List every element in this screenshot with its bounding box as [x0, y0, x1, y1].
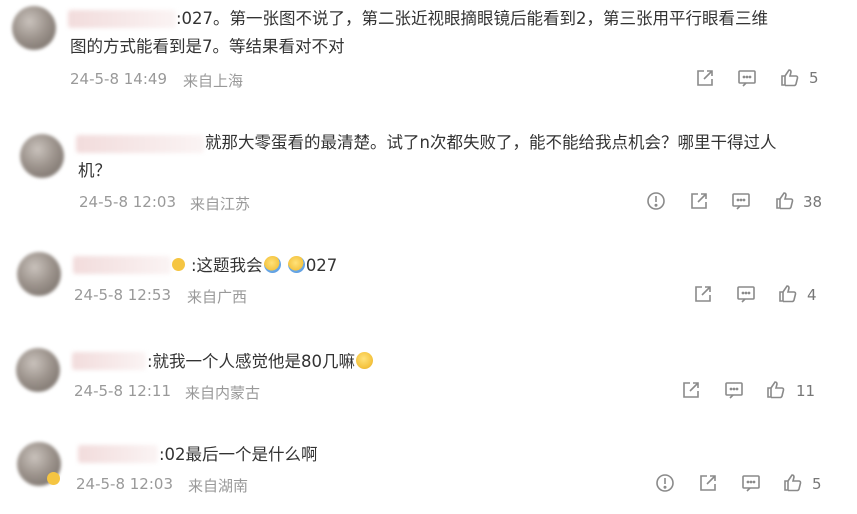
comment-date: 24-5-8 12:11 — [74, 382, 171, 400]
share-icon — [697, 70, 713, 86]
comment-item: :这题我会 027 24-5-8 12:53 来自广西 4 — [0, 230, 857, 330]
report-icon — [656, 474, 674, 492]
comment-icon — [738, 70, 756, 87]
username[interactable] — [73, 256, 171, 274]
comment-icon — [737, 286, 755, 303]
comment-icon — [742, 475, 760, 492]
comment-location: 来自上海 — [183, 72, 244, 90]
avatar[interactable] — [12, 6, 56, 50]
username[interactable] — [68, 10, 176, 28]
comment-location: 来自内蒙古 — [185, 384, 261, 402]
report-icon — [647, 192, 665, 210]
comment-date: 24-5-8 12:03 — [79, 193, 176, 211]
share-icon — [700, 475, 716, 491]
comment-text: :就我一个人感觉他是80几嘛 — [147, 349, 374, 374]
avatar[interactable] — [17, 252, 61, 296]
emoji-icon — [263, 256, 281, 273]
thumbs-up-icon — [784, 474, 802, 492]
comment-text-part: 027 — [305, 256, 338, 275]
comment-date: 24-5-8 12:53 — [74, 286, 171, 304]
username[interactable] — [76, 135, 204, 153]
like-count: 5 — [812, 475, 822, 493]
comment-text-continued: 机？ — [78, 161, 111, 180]
comment-date: 24-5-8 12:03 — [76, 475, 173, 493]
comment-location: 来自广西 — [187, 288, 248, 306]
thumbs-up-icon — [779, 285, 797, 303]
like-button[interactable] — [782, 471, 804, 493]
comment-location: 来自湖南 — [188, 477, 249, 495]
thumbs-up-icon — [776, 192, 794, 210]
share-icon — [683, 382, 699, 398]
thumbs-up-icon — [767, 381, 785, 399]
comment-text: 就那大零蛋看的最清楚。试了n次都失败了，能不能给我点机会？哪里干得过人 — [205, 133, 777, 152]
share-button[interactable] — [688, 190, 710, 212]
comment-icon — [732, 193, 750, 210]
comment-button[interactable] — [730, 190, 752, 212]
username[interactable] — [72, 352, 146, 370]
username[interactable] — [78, 445, 158, 463]
like-count: 4 — [807, 286, 817, 304]
share-icon — [695, 286, 711, 302]
comment-icon — [725, 382, 743, 399]
comment-item: 就那大零蛋看的最清楚。试了n次都失败了，能不能给我点机会？哪里干得过人 机？ 2… — [0, 100, 857, 230]
comment-date: 24-5-8 14:49 — [70, 70, 167, 88]
share-button[interactable] — [680, 379, 702, 401]
comment-text: :02最后一个是什么啊 — [159, 445, 318, 464]
comment-button[interactable] — [735, 283, 757, 305]
comment-location: 来自江苏 — [190, 195, 251, 213]
comment-button[interactable] — [723, 379, 745, 401]
comment-text-continued: 图的方式能看到是7。等结果看对不对 — [70, 37, 345, 56]
laughing-emoji-icon — [356, 352, 374, 369]
avatar[interactable] — [20, 134, 64, 178]
comment-item: :02最后一个是什么啊 24-5-8 12:03 来自湖南 5 — [0, 430, 857, 514]
share-button[interactable] — [697, 472, 719, 494]
comment-text: :027。第一张图不说了，第二张近视眼摘眼镜后能看到2，第三张用平行眼看三维 — [176, 9, 769, 28]
report-button[interactable] — [645, 190, 667, 212]
like-button[interactable] — [765, 378, 787, 400]
emoji-icon — [287, 256, 305, 273]
like-count: 38 — [803, 193, 823, 211]
comment-text: :这题我会 027 — [191, 253, 337, 278]
like-button[interactable] — [774, 189, 796, 211]
member-badge-icon — [172, 258, 185, 271]
like-button[interactable] — [779, 66, 801, 88]
share-icon — [691, 193, 707, 209]
comment-item: :就我一个人感觉他是80几嘛 24-5-8 12:11 来自内蒙古 11 — [0, 330, 857, 430]
member-badge-icon — [47, 472, 60, 485]
like-count: 11 — [796, 382, 816, 400]
thumbs-up-icon — [781, 69, 799, 87]
share-button[interactable] — [694, 67, 716, 89]
comment-button[interactable] — [740, 472, 762, 494]
report-button[interactable] — [654, 472, 676, 494]
comment-button[interactable] — [736, 67, 758, 89]
avatar[interactable] — [16, 348, 60, 392]
share-button[interactable] — [692, 283, 714, 305]
like-count: 5 — [809, 69, 819, 87]
comment-text-part: :这题我会 — [191, 256, 263, 275]
comment-item: :027。第一张图不说了，第二张近视眼摘眼镜后能看到2，第三张用平行眼看三维 图… — [0, 0, 857, 100]
comment-text-part: :就我一个人感觉他是80几嘛 — [147, 352, 356, 371]
like-button[interactable] — [777, 282, 799, 304]
